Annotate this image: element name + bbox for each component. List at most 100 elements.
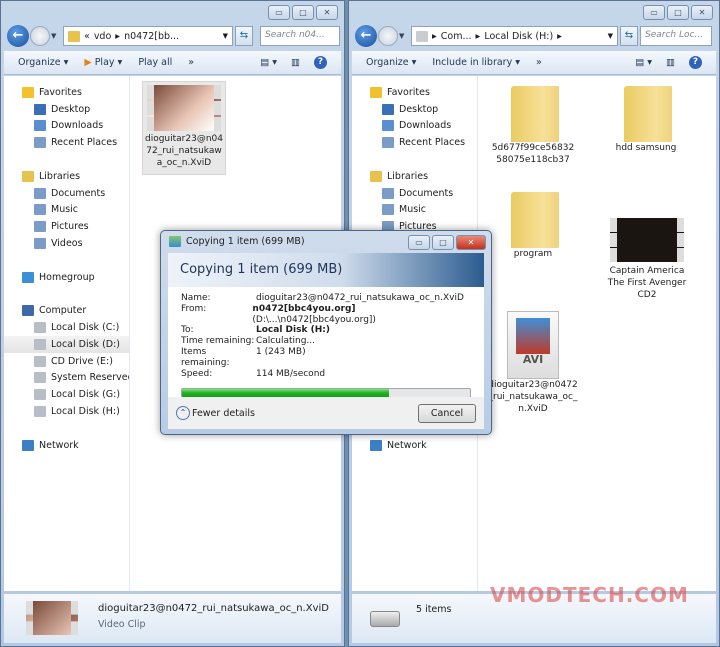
more-button[interactable]: »: [188, 57, 194, 68]
minimize-button[interactable]: ▭: [408, 235, 430, 250]
network-icon: [370, 439, 382, 451]
view-options-icon[interactable]: ▤ ▾: [260, 57, 277, 68]
play-all-button[interactable]: Play all: [138, 57, 172, 68]
nav-item-local-disk-c[interactable]: Local Disk (C:): [4, 319, 129, 336]
nav-item-network[interactable]: Network: [352, 437, 477, 454]
more-button[interactable]: »: [536, 57, 542, 68]
address-bar[interactable]: ▸ Com... ▸ Local Disk (H:) ▸ ▼: [411, 26, 618, 46]
nav-item-network[interactable]: Network: [4, 437, 129, 454]
nav-item-system-reserved-f[interactable]: System Reserved (F:): [4, 370, 129, 387]
nav-item-recent-places[interactable]: Recent Places: [4, 134, 129, 151]
help-icon[interactable]: ?: [689, 56, 702, 69]
back-button[interactable]: ←: [7, 25, 29, 47]
nav-item-documents[interactable]: Documents: [4, 185, 129, 202]
nav-item-music[interactable]: Music: [352, 202, 477, 219]
recent-pages-icon[interactable]: ▼: [51, 32, 56, 40]
nav-item-label: Computer: [39, 305, 87, 317]
computer-icon: [22, 305, 34, 317]
nav-item-desktop[interactable]: Desktop: [4, 101, 129, 118]
nav-item-videos[interactable]: Videos: [4, 235, 129, 252]
nav-item-libraries[interactable]: Libraries: [352, 168, 477, 185]
avi-file-item[interactable]: AVI dioguitar23@n0472_rui_natsukawa_oc_n…: [488, 311, 578, 415]
nav-item-local-disk-h[interactable]: Local Disk (H:): [4, 403, 129, 420]
nav-item-label: Network: [387, 439, 427, 451]
nav-item-label: Favorites: [387, 86, 430, 98]
maximize-button[interactable]: □: [432, 235, 454, 250]
view-options-icon[interactable]: ▤ ▾: [635, 57, 652, 68]
nav-item-desktop[interactable]: Desktop: [352, 101, 477, 118]
nav-item-libraries[interactable]: Libraries: [4, 168, 129, 185]
drive-icon: [34, 406, 46, 418]
minimize-button[interactable]: ▭: [643, 5, 665, 20]
nav-item-downloads[interactable]: Downloads: [352, 118, 477, 135]
organize-button[interactable]: Organize ▾: [366, 57, 416, 68]
documents-icon: [34, 187, 46, 199]
video-file-item[interactable]: dioguitar23@n0472_rui_natsukawa_oc_n.Xvi…: [142, 81, 226, 175]
nav-item-favorites[interactable]: Favorites: [4, 84, 129, 101]
file-name: dioguitar23@n0472_rui_natsukawa_oc_n.Xvi…: [145, 134, 223, 168]
minimize-button[interactable]: ▭: [268, 5, 290, 20]
nav-item-pictures[interactable]: Pictures: [4, 218, 129, 235]
close-button[interactable]: ✕: [316, 5, 338, 20]
cancel-button[interactable]: Cancel: [418, 403, 476, 423]
nav-item-music[interactable]: Music: [4, 202, 129, 219]
desktop-icon: [382, 103, 394, 115]
recent-icon: [34, 137, 46, 149]
breadcrumb-local-disk-h[interactable]: Local Disk (H:): [484, 31, 553, 42]
back-button[interactable]: ←: [355, 25, 377, 47]
chevron-down-icon[interactable]: ▼: [223, 32, 228, 40]
folder-item[interactable]: hdd samsung: [606, 82, 686, 154]
preview-pane-icon[interactable]: ▥: [291, 57, 300, 68]
refresh-button[interactable]: ⇆: [620, 26, 638, 46]
avi-label: AVI: [522, 353, 544, 366]
detail-key: Items remaining:: [181, 346, 230, 368]
breadcrumb-vdo[interactable]: vdo: [94, 31, 111, 42]
folder-icon: [68, 30, 80, 42]
search-input[interactable]: Search Loc...: [640, 26, 712, 46]
preview-pane-icon[interactable]: ▥: [666, 57, 675, 68]
dialog-header: Copying 1 item (699 MB): [168, 253, 484, 287]
fewer-details-label: Fewer details: [192, 407, 255, 419]
nav-item-homegroup[interactable]: Homegroup: [4, 269, 129, 286]
refresh-button[interactable]: ⇆: [235, 26, 253, 46]
address-bar[interactable]: « vdo ▸ n0472[bb... ▼: [63, 26, 233, 46]
close-button[interactable]: ✕: [691, 5, 713, 20]
close-button[interactable]: ✕: [456, 235, 486, 250]
forward-button[interactable]: [30, 26, 50, 46]
nav-item-local-disk-d[interactable]: Local Disk (D:): [4, 335, 129, 353]
search-input[interactable]: Search n04...: [260, 26, 340, 46]
homegroup-icon: [22, 271, 34, 283]
chevron-down-icon[interactable]: ▼: [608, 32, 613, 40]
nav-item-label: Recent Places: [51, 137, 118, 149]
nav-item-label: Network: [39, 439, 79, 451]
maximize-button[interactable]: □: [667, 5, 689, 20]
favorites-icon: [22, 86, 34, 98]
folder-item[interactable]: 5d677f99ce56832 58075e118cb37: [488, 82, 578, 166]
item-label: dioguitar23@n0472_rui_natsukawa_oc_n.Xvi…: [488, 380, 578, 414]
nav-item-downloads[interactable]: Downloads: [4, 118, 129, 135]
organize-button[interactable]: Organize ▾: [18, 57, 68, 68]
include-in-library-button[interactable]: Include in library ▾: [432, 57, 520, 68]
recent-pages-icon[interactable]: ▼: [399, 32, 404, 40]
folder-item[interactable]: program: [488, 188, 578, 260]
maximize-button[interactable]: □: [292, 5, 314, 20]
fewer-details-button[interactable]: ⌃ Fewer details: [176, 406, 255, 420]
music-icon: [34, 204, 46, 216]
details-file-name: dioguitar23@n0472_rui_natsukawa_oc_n.Xvi…: [98, 603, 329, 614]
breadcrumb-computer[interactable]: Com...: [441, 31, 472, 42]
nav-item-label: Documents: [399, 187, 454, 199]
nav-item-local-disk-g[interactable]: Local Disk (G:): [4, 386, 129, 403]
breadcrumb-n0472[interactable]: n0472[bb...: [124, 31, 179, 42]
help-icon[interactable]: ?: [314, 56, 327, 69]
nav-item-label: Libraries: [387, 170, 429, 182]
play-button[interactable]: ▶ Play ▾: [84, 57, 122, 68]
forward-button[interactable]: [378, 26, 398, 46]
nav-item-computer[interactable]: Computer: [4, 302, 129, 319]
nav-item-label: Downloads: [399, 120, 452, 132]
nav-item-documents[interactable]: Documents: [352, 185, 477, 202]
nav-item-cd-drive-e[interactable]: CD Drive (E:): [4, 353, 129, 370]
video-file-item[interactable]: Captain America The First Avenger CD2: [602, 218, 692, 301]
nav-item-recent-places[interactable]: Recent Places: [352, 134, 477, 151]
nav-item-favorites[interactable]: Favorites: [352, 84, 477, 101]
folder-icon: [620, 82, 672, 142]
